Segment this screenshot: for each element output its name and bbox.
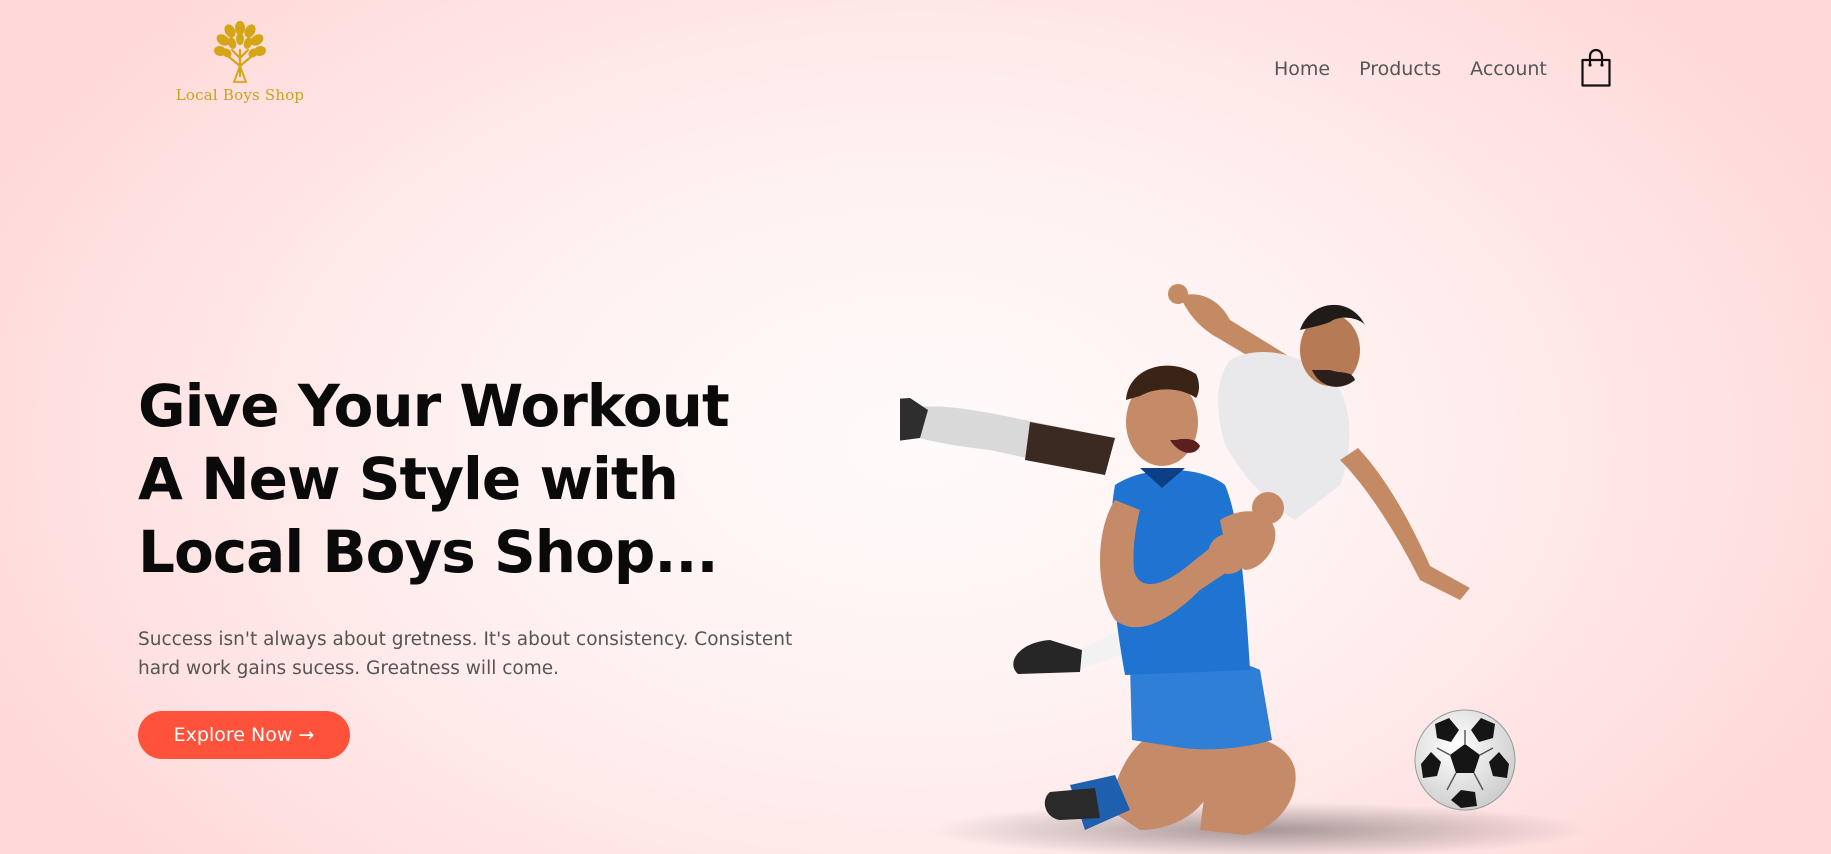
hero-title: Give Your Workout A New Style with Local… (138, 370, 858, 589)
nav-menu: Home Products Account (1274, 58, 1576, 80)
hero-title-line-1: Give Your Workout (138, 372, 730, 440)
explore-now-button[interactable]: Explore Now → (138, 711, 350, 759)
logo-text: Local Boys Shop (175, 86, 305, 104)
tree-icon (214, 21, 266, 83)
logo[interactable]: Local Boys Shop (166, 20, 314, 120)
navbar: Local Boys Shop Home Products Account (0, 0, 1831, 150)
nav-link-home[interactable]: Home (1274, 58, 1330, 80)
nav-link-account[interactable]: Account (1470, 58, 1547, 80)
hero-title-line-2: A New Style with (138, 445, 679, 513)
hero-subtitle: Success isn't always about gretness. It'… (138, 629, 793, 679)
nav-link-products[interactable]: Products (1359, 58, 1441, 80)
hero-text: Give Your Workout A New Style with Local… (138, 370, 858, 683)
hero-title-line-3: Local Boys Shop... (138, 518, 719, 586)
shopping-bag-icon[interactable] (1580, 48, 1612, 88)
hero-image-soccer-players (900, 284, 1590, 854)
soccer-ball (1414, 709, 1516, 811)
